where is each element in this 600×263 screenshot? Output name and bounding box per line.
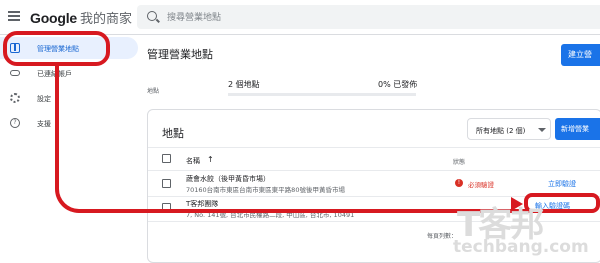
site-watermark: T客邦 techbang.com bbox=[451, 197, 600, 261]
help-icon: ? bbox=[10, 118, 20, 128]
top-app-bar: Google 我的商家 搜尋營業地點 bbox=[0, 0, 600, 35]
app-brand[interactable]: Google 我的商家 bbox=[30, 8, 132, 27]
google-logo-text: Google bbox=[30, 10, 78, 26]
link-icon bbox=[10, 70, 20, 76]
gear-icon bbox=[10, 93, 20, 103]
watermark-url: techbang.com bbox=[453, 237, 589, 257]
page-title: 管理營業地點 bbox=[147, 48, 213, 61]
search-input[interactable]: 搜尋營業地點 bbox=[167, 10, 221, 23]
search-icon bbox=[147, 11, 157, 21]
annotation-connector-line bbox=[55, 63, 583, 213]
product-name: 我的商家 bbox=[80, 12, 133, 27]
annotation-highlight-sidebar bbox=[3, 31, 110, 66]
sidebar-item-label: 設定 bbox=[37, 95, 51, 103]
hamburger-menu-icon[interactable] bbox=[8, 11, 20, 21]
sidebar-item-label: 支援 bbox=[37, 120, 51, 128]
search-bar[interactable]: 搜尋營業地點 bbox=[137, 5, 600, 29]
